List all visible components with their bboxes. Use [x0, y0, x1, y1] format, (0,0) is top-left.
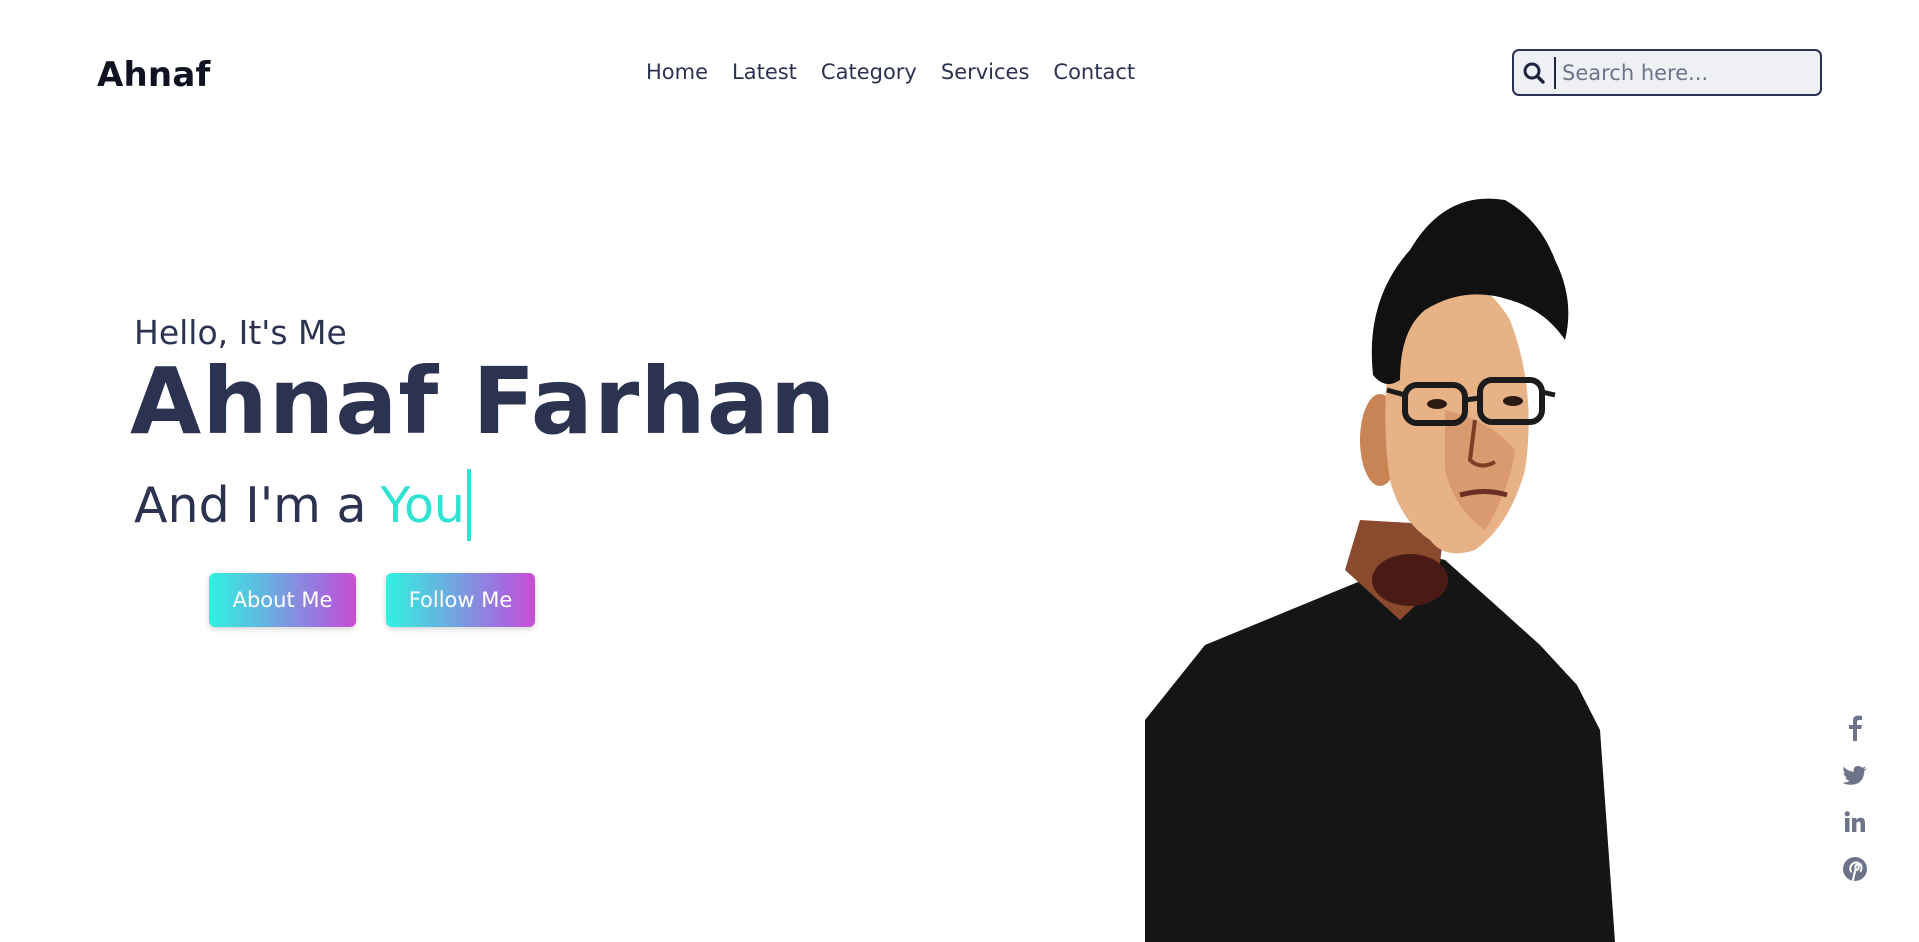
follow-me-button[interactable]: Follow Me — [386, 573, 535, 627]
pinterest-icon[interactable] — [1842, 856, 1868, 886]
nav-home[interactable]: Home — [646, 60, 708, 84]
hero-name: Ahnaf Farhan — [130, 348, 837, 455]
hero-role: And I'm a You — [134, 469, 471, 541]
about-me-button[interactable]: About Me — [209, 573, 356, 627]
twitter-icon[interactable] — [1842, 764, 1868, 792]
role-typed-text: You — [380, 476, 465, 534]
hero-greeting: Hello, It's Me — [134, 313, 347, 352]
site-logo[interactable]: Ahnaf — [97, 55, 210, 95]
nav-latest[interactable]: Latest — [732, 60, 797, 84]
portrait-photo — [1145, 198, 1615, 942]
search-box — [1512, 49, 1822, 96]
nav-services[interactable]: Services — [941, 60, 1030, 84]
main-nav: Home Latest Category Services Contact — [646, 60, 1159, 84]
facebook-icon[interactable] — [1844, 714, 1866, 746]
nav-category[interactable]: Category — [821, 60, 917, 84]
search-input[interactable] — [1556, 59, 1814, 86]
search-icon[interactable] — [1514, 51, 1554, 94]
social-links — [1840, 714, 1870, 886]
role-prefix: And I'm a — [134, 476, 367, 534]
nav-contact[interactable]: Contact — [1053, 60, 1135, 84]
typing-cursor — [466, 469, 471, 541]
linkedin-icon[interactable] — [1843, 810, 1867, 838]
